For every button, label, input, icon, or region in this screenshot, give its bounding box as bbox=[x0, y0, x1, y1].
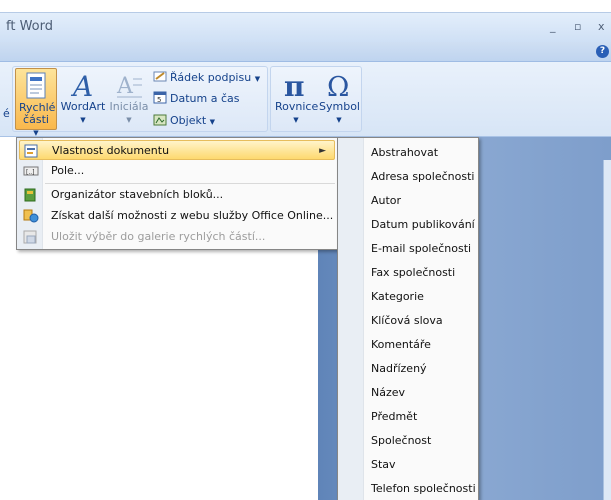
wordart-button[interactable]: A WordArt ▼ bbox=[59, 71, 107, 126]
field-icon: [..] bbox=[23, 166, 39, 176]
save-gallery-icon bbox=[23, 230, 37, 244]
object-button[interactable]: Objekt ▼ bbox=[153, 113, 215, 127]
minimize-button[interactable]: _ bbox=[550, 20, 556, 33]
symbols-group: π Rovnice ▼ Ω Symbol ▼ bbox=[270, 66, 362, 132]
vertical-scrollbar[interactable] bbox=[603, 160, 611, 500]
equation-label: Rovnice bbox=[275, 100, 319, 113]
omega-icon: Ω bbox=[327, 72, 349, 99]
menu-item-label: Získat další možnosti z webu služby Offi… bbox=[51, 209, 334, 222]
svg-text:5: 5 bbox=[157, 96, 161, 104]
ribbon-tab-strip: ? bbox=[0, 42, 611, 62]
submenu-icon-strip bbox=[338, 138, 364, 500]
submenu-item[interactable]: Předmět bbox=[371, 408, 417, 426]
signature-icon bbox=[153, 71, 167, 82]
equation-button[interactable]: π Rovnice ▼ bbox=[275, 71, 319, 126]
cut-off-label: é bbox=[3, 107, 10, 120]
chevron-down-icon: ▼ bbox=[209, 118, 216, 126]
chevron-down-icon: ▼ bbox=[126, 116, 132, 124]
wordart-icon: A bbox=[70, 71, 93, 99]
menu-item-save-to-gallery: Uložit výběr do galerie rychlých částí..… bbox=[19, 227, 335, 247]
drop-cap-label: Iniciála bbox=[109, 100, 149, 113]
drop-cap-icon: A bbox=[116, 74, 142, 99]
drop-cap-button[interactable]: A Iniciála ▼ bbox=[109, 71, 149, 126]
menu-item-label: Organizátor stavebních bloků... bbox=[51, 188, 224, 201]
submenu-item[interactable]: Adresa společnosti bbox=[371, 168, 474, 186]
signature-line-button[interactable]: Řádek podpisu ▼ bbox=[153, 70, 260, 84]
pi-icon: π bbox=[284, 71, 305, 99]
menu-separator bbox=[45, 183, 335, 184]
document-property-icon bbox=[24, 144, 38, 158]
menu-item-field[interactable]: [..] Pole... bbox=[19, 161, 335, 181]
submenu-item[interactable]: Abstrahovat bbox=[371, 144, 438, 162]
submenu-item[interactable]: Datum publikování bbox=[371, 216, 475, 234]
wordart-label: WordArt bbox=[60, 100, 106, 113]
chevron-down-icon: ▼ bbox=[293, 116, 299, 124]
svg-text:Ω: Ω bbox=[327, 72, 349, 99]
symbol-button[interactable]: Ω Symbol ▼ bbox=[319, 71, 360, 126]
chevron-down-icon: ▼ bbox=[336, 116, 342, 124]
svg-text:A: A bbox=[70, 71, 93, 99]
document-property-submenu: Abstrahovat Adresa společnosti Autor Dat… bbox=[337, 137, 479, 500]
submenu-item[interactable]: Komentáře bbox=[371, 336, 431, 354]
submenu-item[interactable]: Stav bbox=[371, 456, 396, 474]
quick-parts-button[interactable]: Rychlé části ▼ bbox=[15, 68, 57, 137]
quick-parts-icon bbox=[26, 72, 46, 99]
menu-item-building-blocks[interactable]: Organizátor stavebních bloků... bbox=[19, 185, 335, 205]
menu-item-label: Pole... bbox=[51, 164, 85, 177]
text-group: Rychlé části ▼ A WordArt ▼ A Iniciála ▼ … bbox=[12, 66, 268, 137]
svg-text:A: A bbox=[116, 74, 134, 99]
restore-button[interactable]: ▫ bbox=[574, 20, 581, 33]
submenu-item[interactable]: Klíčová slova bbox=[371, 312, 443, 330]
help-icon[interactable]: ? bbox=[596, 45, 609, 58]
object-label: Objekt bbox=[170, 114, 207, 127]
symbol-label: Symbol bbox=[319, 100, 360, 113]
menu-item-document-property[interactable]: Vlastnost dokumentu ► bbox=[19, 140, 335, 160]
submenu-item[interactable]: Nadřízený bbox=[371, 360, 427, 378]
ribbon: é Rychlé části ▼ A WordArt ▼ A Iniciála … bbox=[0, 62, 611, 137]
submenu-item[interactable]: Společnost bbox=[371, 432, 431, 450]
submenu-item[interactable]: Telefon společnosti bbox=[371, 480, 476, 498]
chevron-down-icon: ▼ bbox=[80, 116, 86, 124]
menu-item-label: Vlastnost dokumentu bbox=[52, 144, 170, 157]
date-time-label: Datum a čas bbox=[170, 92, 240, 105]
menu-item-label: Uložit výběr do galerie rychlých částí..… bbox=[51, 230, 266, 243]
submenu-item[interactable]: E-mail společnosti bbox=[371, 240, 471, 258]
close-button[interactable]: x bbox=[598, 20, 605, 33]
submenu-item[interactable]: Kategorie bbox=[371, 288, 424, 306]
submenu-item[interactable]: Fax společnosti bbox=[371, 264, 455, 282]
svg-text:π: π bbox=[284, 71, 305, 99]
chevron-down-icon: ▼ bbox=[254, 75, 261, 83]
quick-parts-menu: Vlastnost dokumentu ► [..] Pole... Organ… bbox=[16, 137, 338, 250]
calendar-icon: 5 bbox=[153, 91, 167, 104]
chevron-down-icon: ▼ bbox=[33, 129, 39, 137]
menu-item-office-online[interactable]: Získat další možnosti z webu služby Offi… bbox=[19, 206, 335, 226]
svg-text:[..]: [..] bbox=[26, 169, 35, 176]
building-blocks-icon bbox=[24, 188, 36, 202]
submenu-item[interactable]: Název bbox=[371, 384, 405, 402]
submenu-item[interactable]: Autor bbox=[371, 192, 401, 210]
title-bar: ft Word _ ▫ x bbox=[0, 12, 611, 42]
quick-parts-label: Rychlé části bbox=[19, 101, 56, 126]
office-online-icon bbox=[23, 209, 39, 223]
window-title: ft Word bbox=[6, 19, 53, 34]
signature-line-label: Řádek podpisu bbox=[170, 71, 252, 84]
object-icon bbox=[153, 114, 167, 126]
chevron-right-icon: ► bbox=[319, 146, 326, 156]
date-time-button[interactable]: 5 Datum a čas bbox=[153, 91, 239, 105]
